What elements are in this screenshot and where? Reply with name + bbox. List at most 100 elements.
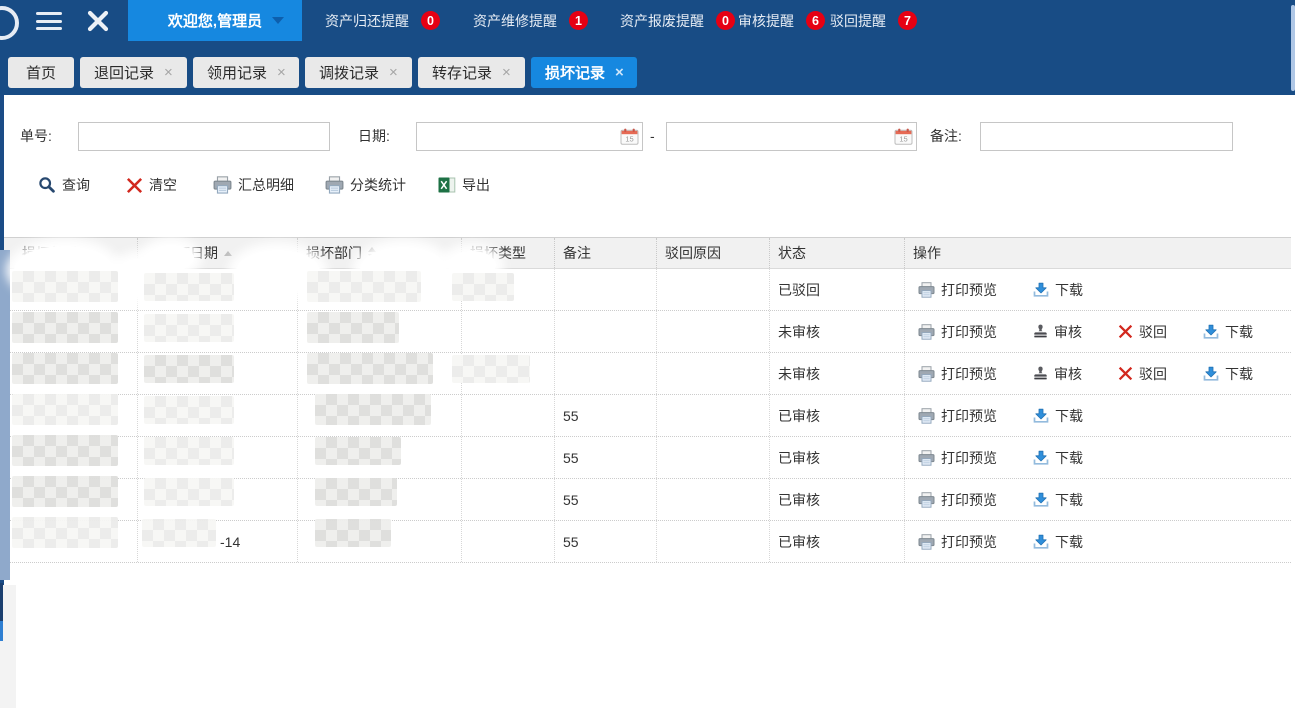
tab-damage-records[interactable]: 损坏记录	[531, 57, 637, 88]
redaction-mosaic	[315, 478, 397, 506]
reject-reason-cell	[657, 521, 770, 562]
reject-button[interactable]: 驳回	[1118, 364, 1167, 384]
date-label: 日期:	[358, 122, 390, 151]
calendar-icon[interactable]: 15	[894, 128, 913, 145]
redaction-mosaic	[12, 435, 118, 466]
col-header-reject-reason: 驳回原因	[657, 238, 770, 268]
tab-close-icon[interactable]	[502, 65, 511, 80]
reject-reason-cell	[657, 479, 770, 520]
red-x-icon	[1118, 366, 1133, 381]
export-button[interactable]: 导出	[438, 172, 490, 198]
count-badge: 6	[806, 11, 825, 30]
tab-issue-records[interactable]: 领用记录	[193, 57, 299, 88]
nav-item-asset-repair[interactable]: 资产维修提醒 1	[473, 0, 588, 41]
tab-return-records[interactable]: 退回记录	[80, 57, 187, 88]
order-no-input[interactable]	[78, 122, 330, 151]
remark-cell: 55	[555, 521, 657, 562]
remark-cell	[555, 353, 657, 394]
redaction-blob	[148, 245, 194, 271]
table-header-row: 损坏单号 损坏日期 损坏部门 损坏类型 备注 驳回原因 状态 操作	[4, 238, 1291, 269]
print-preview-button[interactable]: 打印预览	[918, 448, 997, 468]
tab-close-icon[interactable]	[389, 65, 398, 80]
red-x-icon	[1118, 324, 1133, 339]
stamp-icon	[1033, 324, 1048, 339]
tab-close-icon[interactable]	[164, 65, 173, 80]
menu-toggle-icon[interactable]	[36, 12, 62, 30]
tab-store-records[interactable]: 转存记录	[418, 57, 525, 88]
svg-text:15: 15	[625, 135, 633, 144]
printer-icon	[213, 176, 232, 194]
date-to-input[interactable]	[667, 124, 894, 149]
printer-icon	[918, 450, 935, 466]
sort-asc-icon	[224, 251, 232, 256]
col-header-remark: 备注	[555, 238, 657, 268]
search-button[interactable]: 查询	[38, 172, 90, 198]
audit-button[interactable]: 审核	[1033, 322, 1082, 342]
user-menu-button[interactable]: 欢迎您,管理员	[128, 0, 302, 41]
reject-button[interactable]: 驳回	[1118, 322, 1167, 342]
remark-input[interactable]	[980, 122, 1233, 151]
col-header-actions: 操作	[905, 238, 1291, 268]
date-from-input[interactable]	[417, 124, 620, 149]
printer-icon	[918, 492, 935, 508]
printer-icon	[918, 324, 935, 340]
remark-cell	[555, 269, 657, 310]
remark-label: 备注:	[930, 122, 962, 151]
redaction-mosaic	[12, 476, 118, 507]
print-preview-button[interactable]: 打印预览	[918, 532, 997, 552]
download-button[interactable]: 下载	[1033, 448, 1083, 468]
date-to-field[interactable]: 15	[666, 122, 917, 151]
nav-item-asset-return[interactable]: 资产归还提醒 0	[325, 0, 440, 41]
download-button[interactable]: 下载	[1033, 406, 1083, 426]
printer-icon	[918, 534, 935, 550]
print-preview-button[interactable]: 打印预览	[918, 406, 997, 426]
status-cell: 已审核	[770, 521, 905, 562]
redaction-mosaic	[315, 394, 431, 425]
status-cell: 未审核	[770, 311, 905, 352]
date-range-separator: -	[650, 122, 655, 151]
search-icon	[38, 176, 56, 194]
printer-icon	[918, 366, 935, 382]
window-edge-blue	[0, 621, 3, 641]
summary-detail-button[interactable]: 汇总明细	[213, 172, 294, 198]
print-preview-button[interactable]: 打印预览	[918, 322, 997, 342]
download-button[interactable]: 下载	[1033, 532, 1083, 552]
excel-icon	[438, 177, 456, 193]
print-preview-button[interactable]: 打印预览	[918, 280, 997, 300]
download-button[interactable]: 下载	[1033, 280, 1083, 300]
reject-reason-cell	[657, 311, 770, 352]
download-button[interactable]: 下载	[1203, 322, 1253, 342]
top-navbar: 欢迎您,管理员 资产归还提醒 0 资产维修提醒 1 资产报废提醒 0 审核提醒 …	[0, 0, 1295, 95]
count-badge: 7	[898, 11, 917, 30]
logo-arc	[0, 6, 19, 40]
tab-close-icon[interactable]	[615, 65, 624, 80]
close-all-icon[interactable]	[86, 9, 110, 33]
print-preview-button[interactable]: 打印预览	[918, 364, 997, 384]
nav-item-reject[interactable]: 驳回提醒 7	[830, 0, 917, 41]
redaction-mosaic	[144, 437, 234, 465]
count-badge: 0	[421, 11, 440, 30]
date-from-field[interactable]: 15	[416, 122, 643, 151]
calendar-icon[interactable]: 15	[620, 128, 639, 145]
redaction-mosaic	[307, 271, 421, 302]
nav-item-audit[interactable]: 审核提醒 6	[738, 0, 825, 41]
redaction-mosaic	[144, 273, 234, 301]
tab-home[interactable]: 首页	[8, 57, 74, 88]
category-stats-button[interactable]: 分类统计	[325, 172, 406, 198]
remark-cell: 55	[555, 395, 657, 436]
download-button[interactable]: 下载	[1203, 364, 1253, 384]
redaction-mosaic	[307, 353, 433, 384]
tab-close-icon[interactable]	[277, 65, 286, 80]
audit-button[interactable]: 审核	[1033, 364, 1082, 384]
redaction-mosaic	[144, 396, 234, 424]
download-icon	[1203, 366, 1219, 382]
tab-allocate-records[interactable]: 调拨记录	[305, 57, 412, 88]
download-button[interactable]: 下载	[1033, 490, 1083, 510]
clear-button[interactable]: 清空	[126, 172, 177, 198]
status-cell: 已审核	[770, 479, 905, 520]
nav-item-asset-scrap[interactable]: 资产报废提醒 0	[620, 0, 735, 41]
remark-cell: 55	[555, 437, 657, 478]
reject-reason-cell	[657, 269, 770, 310]
scrollbar-thumb[interactable]	[1291, 5, 1295, 91]
print-preview-button[interactable]: 打印预览	[918, 490, 997, 510]
